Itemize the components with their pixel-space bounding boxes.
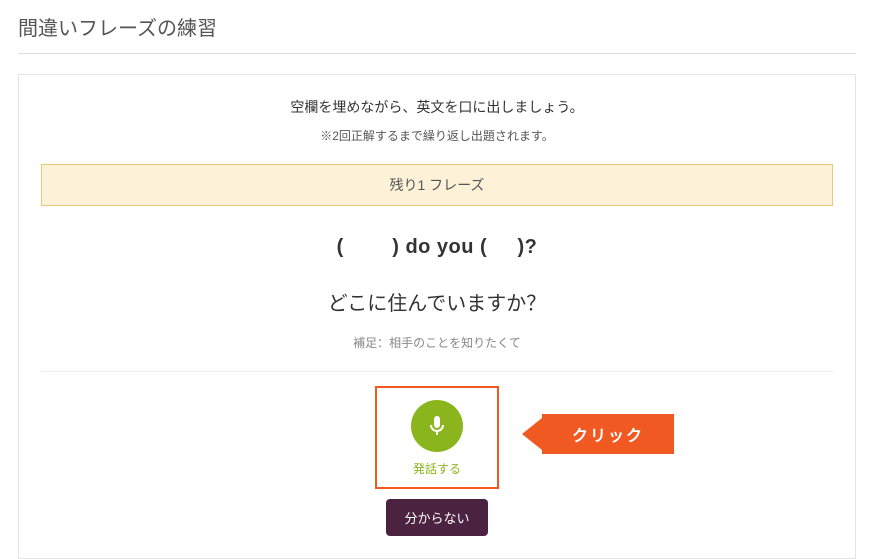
click-callout: クリック: [522, 414, 674, 454]
remaining-banner: 残り1 フレーズ: [41, 164, 833, 206]
speak-button[interactable]: 発話する: [375, 386, 499, 489]
action-area: 発話する クリック 分からない: [41, 386, 833, 536]
speak-label: 発話する: [413, 460, 461, 477]
cloze-sentence: ( ) do you ( )?: [41, 236, 833, 259]
arrow-left-icon: [522, 418, 542, 450]
microphone-icon: [411, 400, 463, 452]
divider: [41, 371, 833, 372]
hint-text: 補足：相手のことを知りたくて: [41, 334, 833, 351]
instruction-sub: ※2回正解するまで繰り返し出題されます。: [41, 127, 833, 144]
callout-text: クリック: [542, 414, 674, 454]
dont-know-button[interactable]: 分からない: [386, 499, 487, 536]
practice-card: 空欄を埋めながら、英文を口に出しましょう。 ※2回正解するまで繰り返し出題されま…: [18, 74, 856, 559]
page-title: 間違いフレーズの練習: [18, 0, 856, 54]
instruction-main: 空欄を埋めながら、英文を口に出しましょう。: [41, 97, 833, 117]
translation-text: どこに住んでいますか？: [41, 287, 833, 316]
